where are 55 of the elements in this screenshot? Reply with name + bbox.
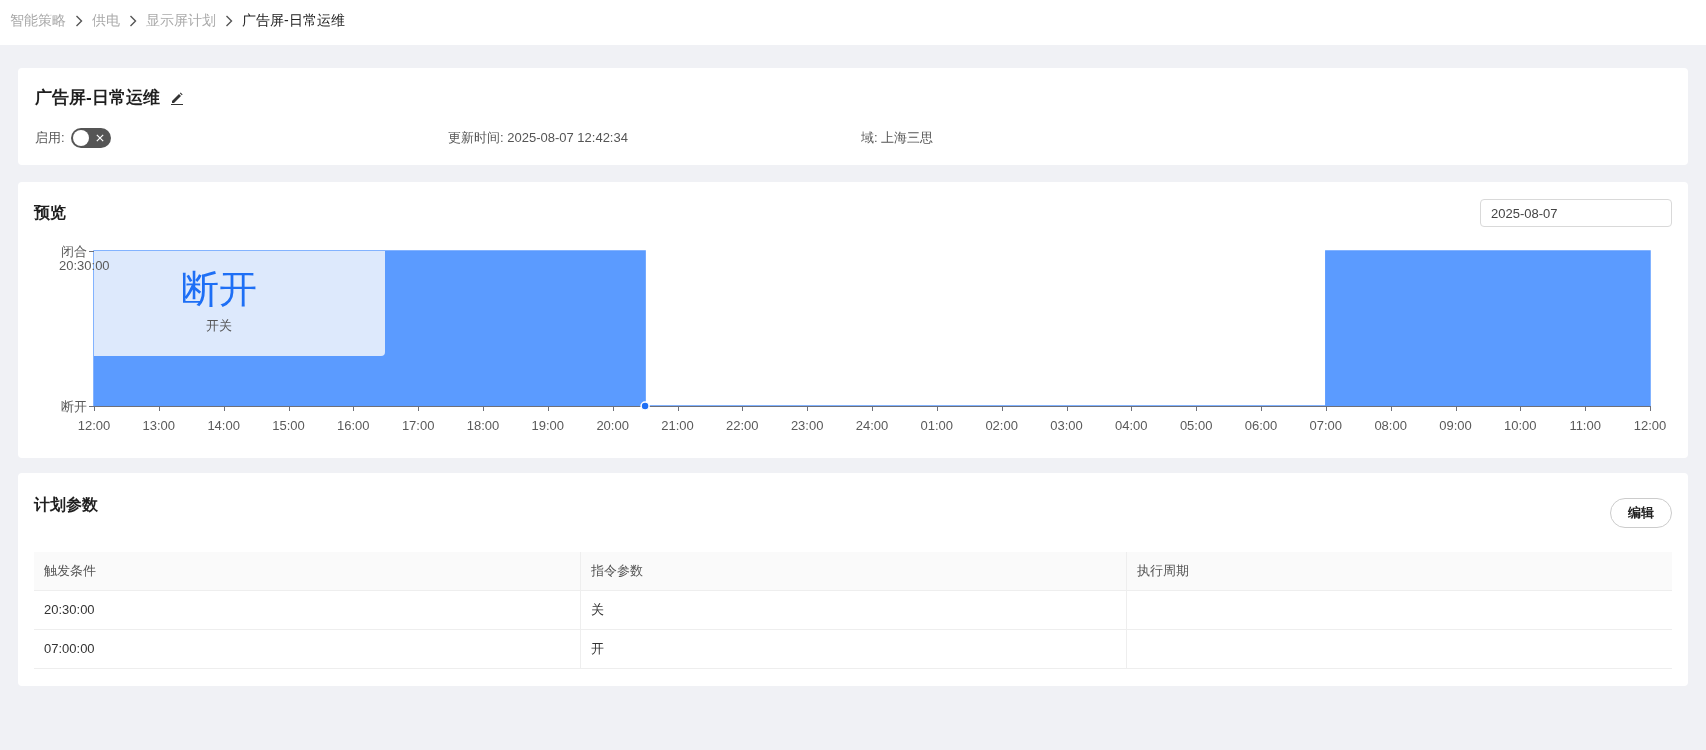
breadcrumb-link[interactable]: 广告屏-日常运维	[242, 11, 345, 30]
x-axis-label: 10:00	[1504, 418, 1537, 433]
x-axis-label: 20:00	[596, 418, 629, 433]
edit-button[interactable]: 编辑	[1610, 498, 1672, 528]
section-title: 预览	[34, 203, 66, 223]
x-axis-label: 17:00	[401, 418, 435, 433]
x-axis-label: 09:00	[1439, 418, 1472, 433]
table-cell: 开	[580, 629, 1126, 668]
y-axis-label: 断开	[61, 398, 87, 414]
x-axis-label: 15:00	[272, 418, 305, 433]
chevron-right-icon	[129, 14, 137, 27]
table-cell: 20:30:00	[34, 590, 580, 629]
x-axis-label: 04:00	[1115, 418, 1148, 433]
x-axis-label: 13:00	[142, 418, 176, 433]
y-axis-tick	[88, 406, 95, 407]
table-cell: 07:00:00	[34, 629, 580, 668]
x-axis-label: 06:00	[1244, 418, 1278, 433]
x-axis-label: 19:00	[531, 418, 565, 433]
enabled-label: 启用:	[35, 129, 65, 147]
marker-dot-icon	[640, 401, 650, 411]
domain-text: 域: 上海三思	[861, 129, 934, 147]
x-axis-label: 08:00	[1374, 418, 1407, 433]
column-header: 执行周期	[1126, 552, 1672, 590]
x-axis-label: 22:00	[726, 418, 759, 433]
x-axis-label: 24:00	[855, 418, 889, 433]
cross-icon	[95, 134, 104, 142]
x-axis-label: 14:00	[207, 418, 240, 433]
column-header: 触发条件	[34, 552, 580, 590]
update-time: 更新时间: 2025-08-07 12:42:34	[448, 129, 628, 147]
x-axis-label: 16:00	[337, 418, 370, 433]
edit-icon[interactable]	[169, 91, 184, 105]
x-axis-label: 07:00	[1309, 418, 1343, 433]
x-axis-label: 12:00	[1633, 418, 1667, 433]
x-axis-label: 18:00	[466, 418, 500, 433]
x-axis-label: 01:00	[920, 418, 954, 433]
x-axis-label: 21:00	[661, 418, 694, 433]
tooltip-value: 断开	[180, 266, 257, 311]
enable-toggle[interactable]	[70, 128, 111, 148]
x-axis-label: 05:00	[1179, 418, 1213, 433]
table-cell: 关	[580, 590, 1126, 629]
x-axis-label: 03:00	[1050, 418, 1083, 433]
date-field[interactable]: 2025-08-07	[1480, 199, 1672, 227]
x-axis-label: 11:00	[1569, 418, 1601, 433]
chevron-right-icon	[225, 14, 233, 27]
x-axis-label: 12:00	[77, 418, 111, 433]
y-axis-label: 闭合	[61, 243, 87, 259]
section-title: 计划参数	[34, 495, 98, 515]
plan-title: 广告屏-日常运维	[35, 87, 160, 109]
tooltip-series-name: 开关	[205, 316, 232, 335]
x-axis-label: 02:00	[985, 418, 1018, 433]
toggle-knob	[72, 130, 89, 146]
chevron-right-icon	[75, 14, 83, 27]
column-header: 指令参数	[580, 552, 1126, 590]
y-axis-tick	[88, 251, 95, 252]
x-axis-label: 23:00	[790, 418, 824, 433]
